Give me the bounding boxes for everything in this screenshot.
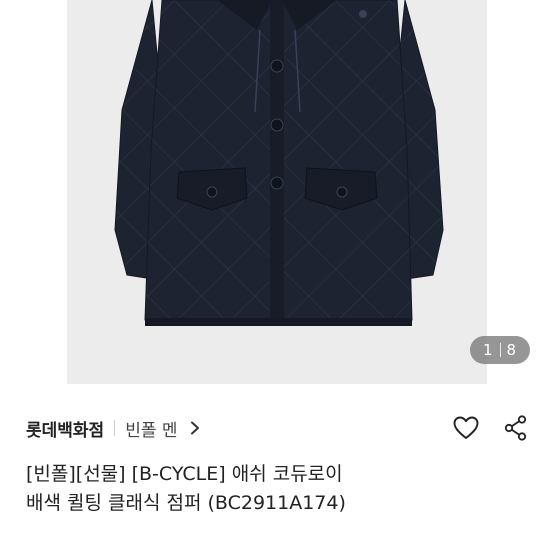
- product-title: [빈폴][선물] [B-CYCLE] 애쉬 코듀로이 배색 퀼팅 클래식 점퍼 …: [26, 460, 526, 518]
- product-title-line-1: [빈폴][선물] [B-CYCLE] 애쉬 코듀로이: [26, 463, 343, 485]
- chevron-right-icon: [190, 421, 199, 435]
- store-name: 롯데백화점: [26, 420, 105, 441]
- product-title-line-2: 배색 퀼팅 클래식 점퍼 (BC2911A174): [26, 492, 346, 514]
- share-icon: [504, 415, 527, 441]
- seller-link[interactable]: 롯데백화점 빈폴 멘: [26, 414, 202, 442]
- product-image[interactable]: [67, 0, 487, 384]
- share-button[interactable]: [502, 414, 530, 442]
- seller-divider: [114, 420, 116, 436]
- heart-icon: [453, 416, 479, 439]
- counter-divider: [499, 343, 501, 357]
- product-info-section: 롯데백화점 빈폴 멘 [빈폴][선물] [B-CYCLE] 애쉬 코듀로이 배색…: [0, 384, 554, 554]
- product-actions: [452, 414, 530, 442]
- like-button[interactable]: [452, 414, 480, 442]
- current-image-index: 1: [482, 341, 494, 359]
- total-image-count: 8: [506, 341, 518, 359]
- image-page-counter: 1 8: [470, 336, 530, 364]
- brand-name: 빈폴 멘: [125, 420, 178, 441]
- product-image-gallery[interactable]: 1 8: [0, 0, 554, 384]
